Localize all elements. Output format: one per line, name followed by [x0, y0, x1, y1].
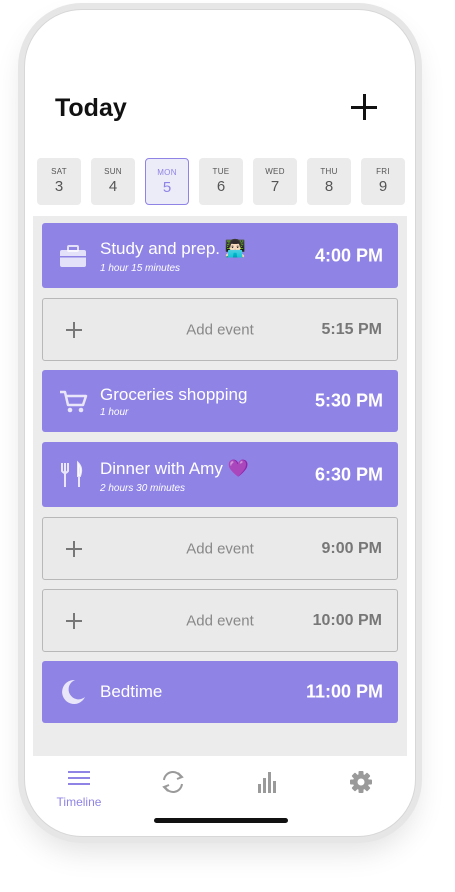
- home-indicator: [154, 818, 288, 823]
- add-event-slot[interactable]: Add event 9:00 PM: [42, 517, 398, 580]
- event-time: 6:30 PM: [314, 464, 383, 484]
- phone-frame: Today SAT 3 SUN 4 MON 5 TUE 6 WED 7 THU …: [24, 9, 416, 837]
- day-name: FRI: [376, 167, 390, 176]
- app-screen: Today SAT 3 SUN 4 MON 5 TUE 6 WED 7 THU …: [33, 18, 407, 828]
- day-name: TUE: [212, 167, 230, 176]
- event-duration: 1 hour 15 minutes: [100, 263, 181, 274]
- day-name: SAT: [51, 167, 67, 176]
- event-duration: 2 hours 30 minutes: [100, 483, 186, 494]
- timeline-list: Study and prep. 👨🏻‍💻 1 hour 15 minutes 4…: [33, 216, 407, 756]
- add-event-slot[interactable]: Add event 10:00 PM: [42, 589, 398, 652]
- tab-timeline[interactable]: Timeline: [49, 768, 109, 809]
- day-wed[interactable]: WED 7: [253, 158, 297, 205]
- fork-knife-icon: [61, 460, 83, 487]
- event-name: Dinner with Amy 💜: [100, 459, 249, 478]
- day-date: 4: [108, 178, 118, 195]
- event-time: 4:00 PM: [314, 245, 383, 265]
- sync-icon: [162, 771, 184, 793]
- day-name: WED: [265, 167, 285, 176]
- day-date: 3: [54, 178, 64, 195]
- event-card[interactable]: Bedtime 11:00 PM: [42, 661, 398, 723]
- event-time: 11:00 PM: [305, 681, 383, 702]
- day-name: THU: [320, 167, 338, 176]
- tab-stats[interactable]: [237, 768, 297, 801]
- day-date: 7: [270, 178, 280, 195]
- header: Today SAT 3 SUN 4 MON 5 TUE 6 WED 7 THU …: [33, 18, 407, 214]
- day-tue[interactable]: TUE 6: [199, 158, 243, 205]
- slot-time: 9:00 PM: [321, 539, 382, 557]
- bar-chart-icon: [258, 772, 276, 793]
- shopping-cart-icon: [60, 390, 88, 413]
- day-date: 6: [216, 178, 226, 195]
- day-thu[interactable]: THU 8: [307, 158, 351, 205]
- event-card[interactable]: Study and prep. 👨🏻‍💻 1 hour 15 minutes 4…: [42, 223, 398, 288]
- event-time: 5:30 PM: [314, 390, 383, 411]
- tab-label: Timeline: [56, 795, 102, 809]
- day-picker: SAT 3 SUN 4 MON 5 TUE 6 WED 7 THU 8 FRI …: [37, 158, 405, 205]
- briefcase-icon: [60, 244, 86, 267]
- day-name: MON: [157, 168, 177, 177]
- event-name: Groceries shopping: [100, 385, 248, 404]
- day-name: SUN: [104, 167, 122, 176]
- moon-icon: [62, 679, 85, 704]
- tab-settings[interactable]: [331, 768, 391, 801]
- day-date: 5: [162, 179, 172, 196]
- event-name: Bedtime: [100, 682, 163, 701]
- event-card[interactable]: Dinner with Amy 💜 2 hours 30 minutes 6:3…: [42, 442, 398, 507]
- slot-time: 5:15 PM: [321, 320, 382, 338]
- add-event-button[interactable]: [349, 92, 379, 122]
- event-duration: 1 hour: [100, 407, 129, 418]
- menu-lines-icon: [68, 771, 90, 785]
- day-date: 9: [378, 178, 388, 195]
- day-sat[interactable]: SAT 3: [37, 158, 81, 205]
- day-mon-selected[interactable]: MON 5: [145, 158, 189, 205]
- tab-sync[interactable]: [143, 768, 203, 801]
- gear-icon: [350, 771, 372, 793]
- day-fri[interactable]: FRI 9: [361, 158, 405, 205]
- day-date: 8: [324, 178, 334, 195]
- day-sun[interactable]: SUN 4: [91, 158, 135, 205]
- event-name: Study and prep. 👨🏻‍💻: [100, 239, 246, 258]
- page-title: Today: [55, 94, 127, 122]
- add-event-slot[interactable]: Add event 5:15 PM: [42, 298, 398, 361]
- event-card[interactable]: Groceries shopping 1 hour 5:30 PM: [42, 370, 398, 432]
- slot-time: 10:00 PM: [312, 611, 382, 629]
